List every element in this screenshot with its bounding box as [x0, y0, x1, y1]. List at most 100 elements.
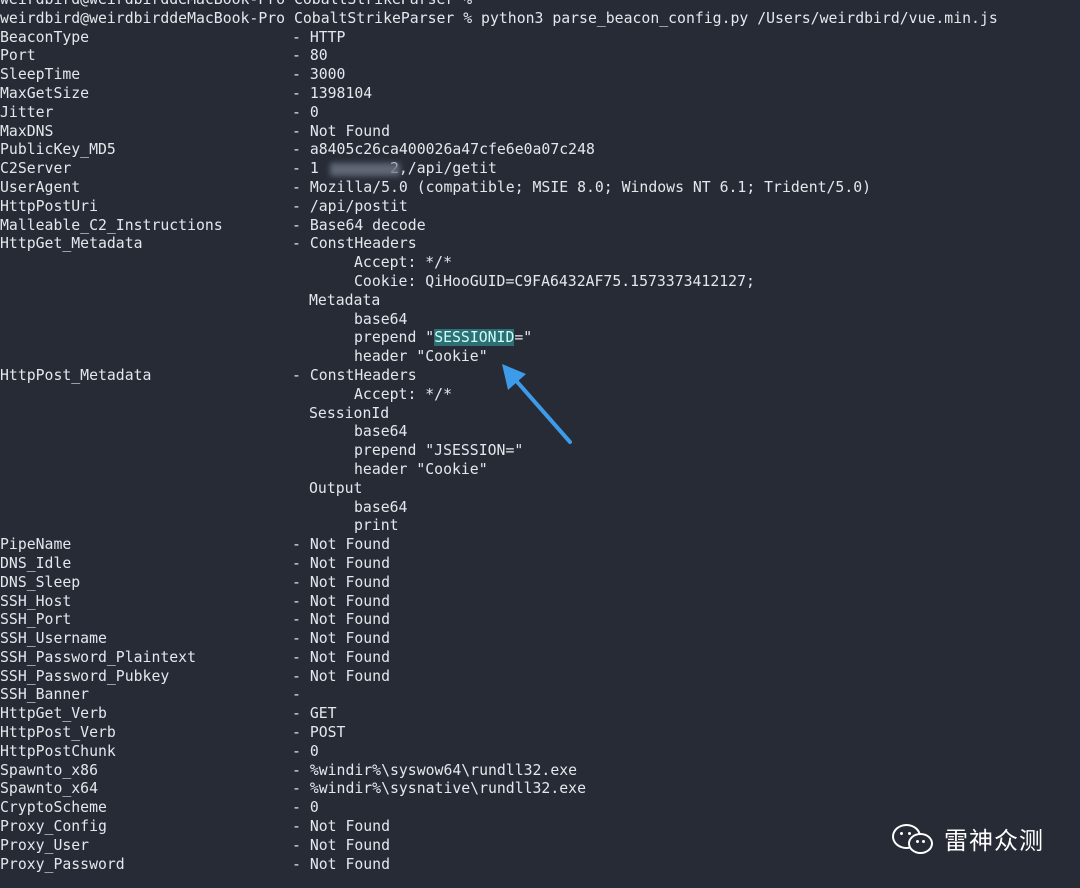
- nested-value: header "Cookie": [354, 348, 488, 366]
- nested-value: Accept: */*: [354, 385, 452, 403]
- config-value: - 3000: [292, 66, 346, 84]
- terminal-window[interactable]: weirdbird@weirdbirddeMacBook-Pro CobaltS…: [0, 0, 1080, 888]
- nested-value: prepend "JSESSION=": [354, 442, 524, 460]
- config-value: - a8405c26ca400026a47cfe6e0a07c248: [292, 141, 595, 159]
- config-value: - Not Found: [292, 611, 390, 629]
- config-row: PipeName - Not Found: [0, 536, 1080, 555]
- config-row: DNS_Idle - Not Found: [0, 555, 1080, 574]
- config-key: DNS_Idle: [0, 554, 72, 572]
- config-value: - Not Found: [292, 836, 390, 854]
- nested-section: Output: [309, 479, 363, 497]
- config-value: - %windir%\sysnative\rundll32.exe: [292, 780, 586, 798]
- config-row: SSH_Host - Not Found: [0, 593, 1080, 612]
- nested-line: base64: [0, 311, 1080, 330]
- config-key: BeaconType: [0, 28, 90, 46]
- config-value: - HTTP: [292, 28, 346, 46]
- config-key: SSH_Host: [0, 592, 72, 610]
- config-row: SleepTime - 3000: [0, 66, 1080, 85]
- config-key: PublicKey_MD5: [0, 141, 116, 159]
- config-value: - Not Found: [292, 122, 390, 140]
- config-value: - POST: [292, 724, 346, 742]
- nested-line: prepend "SESSIONID=": [0, 329, 1080, 348]
- watermark: 雷神众测: [892, 821, 1044, 856]
- nested-value: prepend "SESSIONID=": [354, 329, 532, 348]
- config-key: Proxy_Config: [0, 818, 107, 836]
- prepend-suffix: =": [514, 329, 533, 347]
- nested-line: header "Cookie": [0, 348, 1080, 367]
- config-row: HttpGet_Verb - GET: [0, 705, 1080, 724]
- config-row: MaxDNS - Not Found: [0, 123, 1080, 142]
- config-key: SSH_Username: [0, 630, 107, 648]
- config-value: - Base64 decode: [292, 216, 426, 234]
- config-key: CryptoScheme: [0, 799, 107, 817]
- config-value: - 0: [292, 103, 319, 121]
- config-key: HttpGet_Verb: [0, 705, 107, 723]
- config-key: MaxGetSize: [0, 84, 90, 102]
- config-row: PublicKey_MD5 - a8405c26ca400026a47cfe6e0…: [0, 141, 1080, 160]
- config-key: Proxy_User: [0, 836, 90, 854]
- config-value: - Not Found: [292, 818, 390, 836]
- config-value: - 0: [292, 799, 319, 817]
- nested-value: header "Cookie": [354, 460, 488, 478]
- nested-line: Metadata: [0, 292, 1080, 311]
- config-row: HttpPostUri - /api/postit: [0, 198, 1080, 217]
- config-key: Spawnto_x64: [0, 780, 98, 798]
- config-row: SSH_Port - Not Found: [0, 611, 1080, 630]
- nested-line: header "Cookie": [0, 461, 1080, 480]
- nested-value: base64: [354, 310, 408, 328]
- config-row: SSH_Username - Not Found: [0, 630, 1080, 649]
- prepend-prefix: prepend ": [354, 329, 435, 347]
- config-row: Spawnto_x86 - %windir%\syswow64\rundll32.…: [0, 762, 1080, 781]
- config-value: - Not Found: [292, 554, 390, 572]
- config-value: - 80: [292, 47, 328, 65]
- nested-line: base64: [0, 499, 1080, 518]
- config-key: C2Server: [0, 160, 72, 178]
- watermark-text: 雷神众测: [944, 827, 1044, 855]
- config-row: C2Server - 1 2,/api/getit: [0, 160, 1080, 179]
- config-key: Proxy_Password: [0, 855, 125, 873]
- config-value: - 0: [292, 742, 319, 760]
- config-key: UserAgent: [0, 178, 81, 196]
- config-row: Malleable_C2_Instructions - Base64 decode: [0, 217, 1080, 236]
- config-key: MaxDNS: [0, 122, 54, 140]
- config-value: - Not Found: [292, 630, 390, 648]
- shell-command: weirdbird@weirdbirddeMacBook-Pro CobaltS…: [0, 9, 998, 27]
- nested-line: Cookie: QiHooGUID=C9FA6432AF75.157337341…: [0, 273, 1080, 292]
- config-row: Port - 80: [0, 47, 1080, 66]
- config-row: Spawnto_x64 - %windir%\sysnative\rundll32…: [0, 780, 1080, 799]
- config-key: HttpGet_Metadata: [0, 235, 143, 253]
- config-value: - Not Found: [292, 573, 390, 591]
- command-line: weirdbird@weirdbirddeMacBook-Pro CobaltS…: [0, 10, 1080, 29]
- config-row: HttpPostChunk - 0: [0, 743, 1080, 762]
- config-row: Proxy_Password - Not Found: [0, 856, 1080, 875]
- config-key: Spawnto_x86: [0, 761, 98, 779]
- nested-value: Cookie: QiHooGUID=C9FA6432AF75.157337341…: [354, 272, 755, 290]
- config-row: SSH_Password_Plaintext - Not Found: [0, 649, 1080, 668]
- nested-line: Accept: */*: [0, 386, 1080, 405]
- config-key: SSH_Banner: [0, 686, 90, 704]
- config-key: Malleable_C2_Instructions: [0, 216, 223, 234]
- config-value: - Not Found: [292, 536, 390, 554]
- shell-prompt: weirdbird@weirdbirddeMacBook-Pro CobaltS…: [0, 0, 472, 10]
- config-key: SSH_Password_Plaintext: [0, 648, 196, 666]
- config-row: BeaconType - HTTP: [0, 29, 1080, 48]
- config-key: HttpPostUri: [0, 197, 98, 215]
- selected-text[interactable]: SESSIONID: [434, 329, 515, 347]
- config-row: SSH_Banner -: [0, 686, 1080, 705]
- nested-line: base64: [0, 423, 1080, 442]
- nested-value: Accept: */*: [354, 254, 452, 272]
- redaction-blur: [330, 163, 400, 177]
- config-key: HttpPostChunk: [0, 742, 116, 760]
- config-key: Jitter: [0, 103, 54, 121]
- config-value: - Not Found: [292, 648, 390, 666]
- config-key: SSH_Port: [0, 611, 72, 629]
- config-key: DNS_Sleep: [0, 573, 81, 591]
- config-row: MaxGetSize - 1398104: [0, 85, 1080, 104]
- config-key: SleepTime: [0, 66, 81, 84]
- config-key: PipeName: [0, 536, 72, 554]
- nested-line: Output: [0, 480, 1080, 499]
- nested-value: base64: [354, 423, 408, 441]
- config-value: - Not Found: [292, 855, 390, 873]
- config-value: - GET: [292, 705, 337, 723]
- nested-line: print: [0, 517, 1080, 536]
